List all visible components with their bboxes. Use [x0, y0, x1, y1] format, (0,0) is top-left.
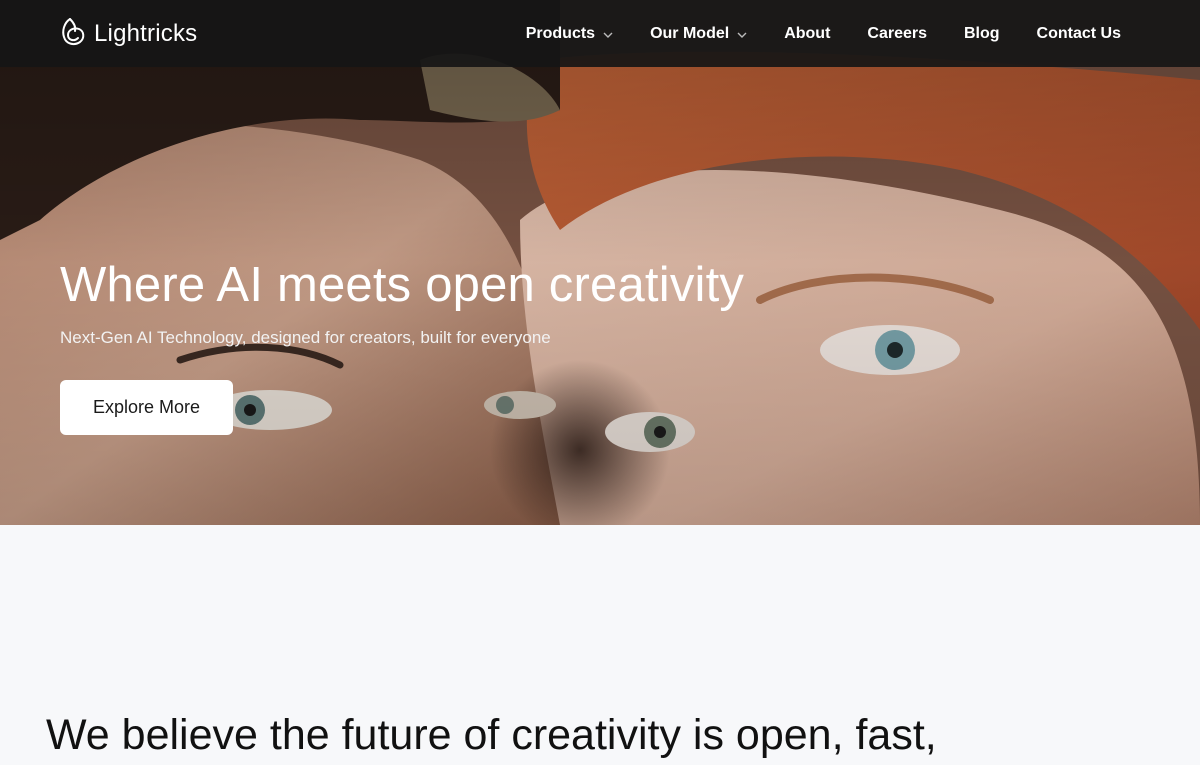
- mission-section: We believe the future of creativity is o…: [0, 525, 1200, 759]
- brand-name: Lightricks: [94, 20, 198, 47]
- nav-item-label: About: [784, 24, 831, 42]
- hero-section: Lightricks Products Our Model About Care…: [0, 0, 1200, 525]
- explore-more-button[interactable]: Explore More: [60, 380, 233, 435]
- chevron-down-icon: [603, 25, 613, 43]
- chevron-down-icon: [737, 25, 747, 43]
- hero-subtitle: Next-Gen AI Technology, designed for cre…: [60, 328, 551, 347]
- hero-title: Where AI meets open creativity: [60, 258, 745, 312]
- brand-logo[interactable]: Lightricks: [60, 17, 198, 52]
- nav-item-label: Blog: [964, 24, 1000, 42]
- mission-heading: We believe the future of creativity is o…: [46, 711, 937, 759]
- nav-item-our-model[interactable]: Our Model: [650, 25, 747, 43]
- nav-item-products[interactable]: Products: [526, 25, 613, 43]
- nav-item-label: Our Model: [650, 24, 730, 42]
- nav-item-blog[interactable]: Blog: [964, 25, 1000, 43]
- nav-item-contact-us[interactable]: Contact Us: [1037, 25, 1121, 43]
- main-nav: Products Our Model About Careers Blog Co…: [526, 0, 1121, 67]
- top-navbar: Lightricks Products Our Model About Care…: [0, 0, 1200, 67]
- nav-item-label: Contact Us: [1036, 24, 1121, 42]
- nav-item-label: Careers: [867, 24, 927, 42]
- hero-text: Where AI meets open creativity Next-Gen …: [60, 255, 744, 349]
- nav-item-careers[interactable]: Careers: [867, 25, 927, 43]
- nav-item-label: Products: [525, 24, 596, 42]
- nav-item-about[interactable]: About: [784, 25, 830, 43]
- lightricks-logo-icon: [60, 17, 86, 52]
